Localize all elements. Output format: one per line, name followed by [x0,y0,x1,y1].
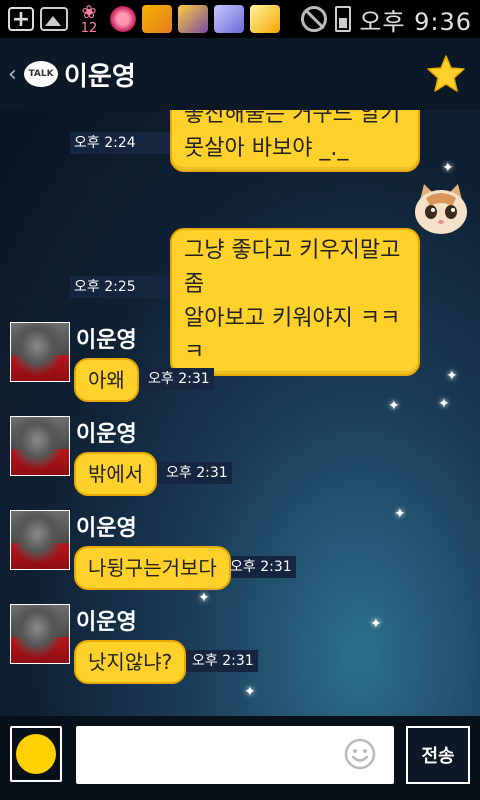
battery-icon [335,6,352,32]
chat-header: ‹ TALK 이운영 [0,38,480,110]
message-bubble-outgoing[interactable]: 그냥 좋다고 키우지말고 좀 알아보고 키워야지 ㅋㅋㅋ [170,228,420,376]
app-icon [214,5,244,33]
rose-icon [110,6,136,32]
app-icon [178,5,208,33]
message-bubble-incoming[interactable]: 아왜 [74,358,139,402]
message-text: 그냥 좋다고 키우지말고 좀 [184,238,401,297]
sparkle-icon: ✦ [446,368,458,384]
avatar[interactable] [10,510,70,570]
sparkle-icon: ✦ [394,506,406,522]
avatar[interactable] [10,322,70,382]
sparkle-icon: ✦ [438,396,450,412]
sender-name: 이운영 [76,610,137,635]
app-icon [250,5,280,33]
smiley-icon[interactable] [344,738,376,770]
message-text: 알아보고 키워야지 ㅋㅋㅋ [184,306,401,365]
sparkle-icon: ✦ [370,616,382,632]
sparkle-icon: ✦ [244,684,256,700]
avatar[interactable] [10,416,70,476]
sender-name: 이운영 [76,422,137,447]
sender-name: 이운영 [76,516,137,541]
avatar[interactable] [10,604,70,664]
message-time: 오후 2:25 [70,276,172,298]
message-bubble-incoming[interactable]: 나뒹구는거보다 [74,546,231,590]
input-bar: 전송 [0,716,480,800]
app-icon [142,5,172,33]
message-time: 오후 2:24 [70,132,172,154]
sparkle-icon: ✦ [442,160,454,176]
notification-badge: 12 [80,20,98,36]
gallery-icon [40,7,68,31]
talk-logo: TALK [24,61,58,87]
emoticon-icon [16,734,56,774]
message-bubble-outgoing[interactable]: 좋진해줄는 거구드 알기 못살아 바보야 _._ [170,110,420,172]
cat-sticker [415,184,467,234]
back-chevron-icon[interactable]: ‹ [8,62,22,87]
sparkle-icon: ✦ [388,398,400,414]
send-button[interactable]: 전송 [406,726,470,784]
status-time: 오후 9:36 [359,7,472,36]
message-bubble-incoming[interactable]: 낫지않냐? [74,640,187,684]
chat-title: 이운영 [64,61,136,92]
message-text: 좋진해줄는 거구드 알기 [184,110,401,127]
message-bubble-incoming[interactable]: 밖에서 [74,452,158,496]
bow-icon: ❀ 12 [80,1,98,36]
star-icon[interactable] [426,54,466,94]
message-text: 못살아 바보야 _._ [184,136,349,161]
add-icon: + [8,7,34,32]
attach-button[interactable] [10,726,62,782]
sparkle-icon: ✦ [198,590,210,606]
chat-area[interactable]: ✦ ✦ ✦ ✦ ✦ ✦ ✦ ✦ ✦ 오후 2:24 좋진해줄는 거구드 알기 못… [0,110,480,716]
no-sim-icon [301,6,328,32]
status-bar: + ❀ 12 오후 9:36 [0,0,480,38]
sender-name: 이운영 [76,328,137,353]
